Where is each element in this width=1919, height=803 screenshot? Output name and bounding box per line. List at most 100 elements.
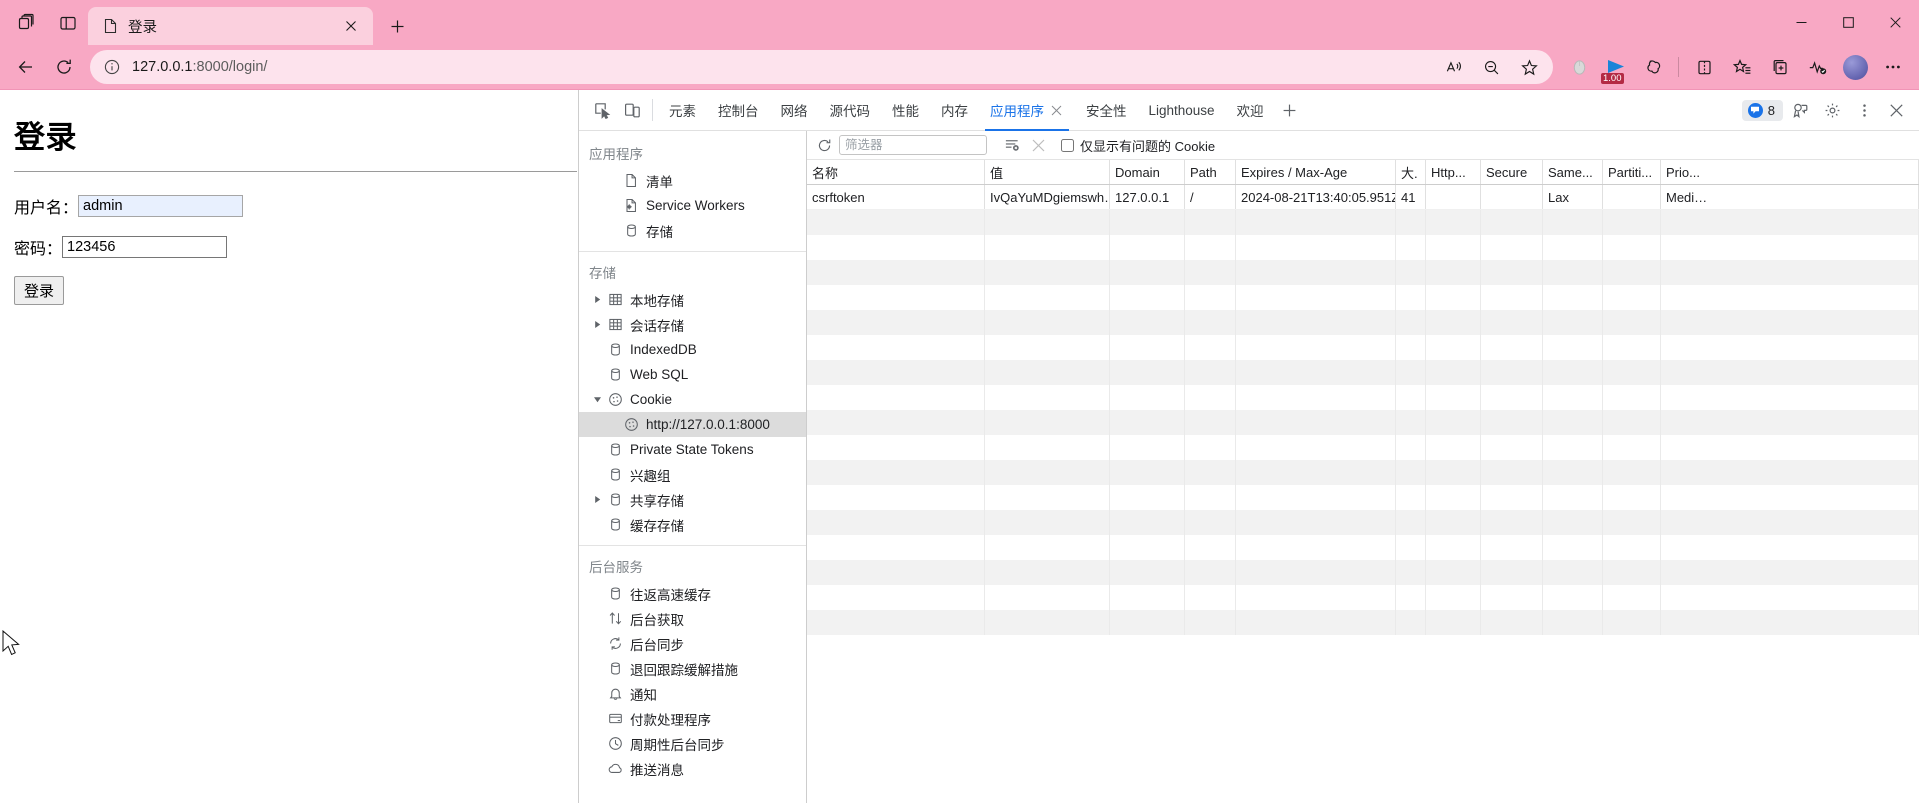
more-panels-plus-icon[interactable] xyxy=(1275,95,1305,125)
tree-item-[interactable]: 缓存存储 xyxy=(579,512,806,537)
tree-item-[interactable]: 兴趣组 xyxy=(579,462,806,487)
split-screen-icon[interactable] xyxy=(1686,50,1722,84)
login-button[interactable]: 登录 xyxy=(14,276,65,305)
table-row[interactable]: csrftoken IvQaYuMDgiemswh… 127.0.0.1/2024-… xyxy=(807,185,1919,210)
cookie-filter-input[interactable] xyxy=(839,135,987,155)
browser-tab[interactable]: 登录 xyxy=(88,7,373,45)
tab-console[interactable]: 控制台 xyxy=(707,90,770,131)
column-header[interactable]: 值 xyxy=(985,160,1110,184)
tab-lighthouse[interactable]: Lighthouse xyxy=(1138,90,1226,131)
address-bar[interactable]: 127.0.0.1:8000/login/ xyxy=(90,50,1553,84)
favorites-list-icon[interactable] xyxy=(1724,50,1760,84)
more-options-icon[interactable] xyxy=(1849,95,1879,125)
tab-network[interactable]: 网络 xyxy=(770,90,819,131)
more-options-icon[interactable] xyxy=(1875,50,1911,84)
tree-item-web-sql[interactable]: Web SQL xyxy=(579,362,806,387)
table-empty-cell xyxy=(1481,435,1543,460)
column-header[interactable]: Path xyxy=(1185,160,1236,184)
chevron-right-icon[interactable] xyxy=(589,495,605,504)
zoom-indicator-icon[interactable]: 1.00 xyxy=(1599,50,1633,84)
tree-item-service-workers[interactable]: Service Workers xyxy=(579,193,806,218)
cursor-feedback-icon[interactable] xyxy=(1785,95,1815,125)
chevron-down-icon[interactable] xyxy=(589,395,605,404)
tab-welcome[interactable]: 欢迎 xyxy=(1226,90,1275,131)
tree-item-[interactable]: 会话存储 xyxy=(579,312,806,337)
mouse-gesture-icon[interactable] xyxy=(1561,50,1597,84)
tree-group: 后台服务 往返高速缓存 后台获取 后台同步 退回跟踪缓解措施 通知 付款处理程序 周期性后台同… xyxy=(579,548,806,789)
refresh-icon[interactable] xyxy=(813,134,835,156)
table-empty-cell xyxy=(1661,335,1919,360)
info-circle-icon[interactable] xyxy=(100,55,124,79)
clear-all-cookies-icon[interactable] xyxy=(1027,134,1049,156)
settings-gear-icon[interactable] xyxy=(1817,95,1847,125)
tab-security[interactable]: 安全性 xyxy=(1075,90,1138,131)
tree-item-label: 本地存储 xyxy=(630,293,684,309)
table-empty-cell xyxy=(1396,385,1426,410)
tree-item-[interactable]: 付款处理程序 xyxy=(579,706,806,731)
tree-item-cookie[interactable]: Cookie xyxy=(579,387,806,412)
column-header[interactable]: Secure xyxy=(1481,160,1543,184)
new-tab-button[interactable] xyxy=(379,9,415,43)
close-devtools-icon[interactable] xyxy=(1881,95,1911,125)
close-icon[interactable] xyxy=(339,14,363,38)
issues-badge[interactable]: 8 xyxy=(1741,99,1783,121)
copilot-icon[interactable] xyxy=(1635,50,1671,84)
tree-item-indexeddb[interactable]: IndexedDB xyxy=(579,337,806,362)
tab-memory[interactable]: 内存 xyxy=(930,90,979,131)
read-aloud-icon[interactable] xyxy=(1435,50,1471,84)
chevron-right-icon[interactable] xyxy=(589,320,605,329)
tree-item-http-127-0-0-1-8000[interactable]: http://127.0.0.1:8000 xyxy=(579,412,806,437)
tab-sources[interactable]: 源代码 xyxy=(819,90,882,131)
refresh-icon[interactable] xyxy=(46,50,82,84)
zoom-out-icon[interactable] xyxy=(1473,50,1509,84)
tree-item-[interactable]: 推送消息 xyxy=(579,756,806,781)
devtools-sidebar-tree[interactable]: 应用程序 清单 Service Workers 存储 存储本地存储会话存储 Indexed… xyxy=(579,131,807,803)
avatar[interactable] xyxy=(1843,54,1868,80)
table-empty-cell xyxy=(807,210,985,235)
column-header[interactable]: 大. xyxy=(1396,160,1426,184)
tree-item-[interactable]: 后台获取 xyxy=(579,606,806,631)
browser-essentials-icon[interactable] xyxy=(1800,50,1836,84)
tree-item-[interactable]: 存储 xyxy=(579,218,806,243)
table-empty-cell xyxy=(1396,460,1426,485)
split-pane-icon[interactable] xyxy=(48,4,88,42)
column-header[interactable]: Same... xyxy=(1543,160,1603,184)
close-window-button[interactable] xyxy=(1872,0,1919,45)
close-icon[interactable] xyxy=(1049,103,1064,118)
table-body: csrftoken IvQaYuMDgiemswh… 127.0.0.1/2024-… xyxy=(807,185,1919,803)
tab-application[interactable]: 应用程序 xyxy=(979,90,1075,131)
minimize-button[interactable] xyxy=(1778,0,1825,45)
tree-item-[interactable]: 本地存储 xyxy=(579,287,806,312)
tab-elements[interactable]: 元素 xyxy=(658,90,707,131)
collections-icon[interactable] xyxy=(1762,50,1798,84)
column-header[interactable]: Expires / Max-Age xyxy=(1236,160,1396,184)
inspect-element-icon[interactable] xyxy=(587,95,617,125)
star-icon[interactable] xyxy=(1511,50,1547,84)
tree-item-[interactable]: 周期性后台同步 xyxy=(579,731,806,756)
username-input[interactable] xyxy=(78,195,244,217)
tab-actions-icon[interactable] xyxy=(6,4,46,42)
column-header[interactable]: Prio... xyxy=(1661,160,1919,184)
column-header[interactable]: Partiti... xyxy=(1603,160,1661,184)
tree-item-[interactable]: 通知 xyxy=(579,681,806,706)
tree-item-private-state-tokens[interactable]: Private State Tokens xyxy=(579,437,806,462)
table-empty-cell xyxy=(985,585,1110,610)
chevron-right-icon[interactable] xyxy=(589,295,605,304)
column-header[interactable]: 名称 xyxy=(807,160,985,184)
back-arrow-icon[interactable] xyxy=(8,50,44,84)
tree-item-[interactable]: 往返高速缓存 xyxy=(579,581,806,606)
tree-item-[interactable]: 退回跟踪缓解措施 xyxy=(579,656,806,681)
only-problematic-cookies-checkbox[interactable]: 仅显示有问题的 Cookie xyxy=(1061,136,1215,155)
tree-group: 应用程序 清单 Service Workers 存储 xyxy=(579,135,806,252)
device-toolbar-icon[interactable] xyxy=(617,95,647,125)
only-problematic-checkbox-input[interactable] xyxy=(1061,138,1074,152)
tab-performance[interactable]: 性能 xyxy=(881,90,930,131)
column-header[interactable]: Domain xyxy=(1110,160,1185,184)
tree-item-[interactable]: 后台同步 xyxy=(579,631,806,656)
tree-item-[interactable]: 清单 xyxy=(579,168,806,193)
password-input[interactable] xyxy=(62,236,228,258)
maximize-button[interactable] xyxy=(1825,0,1872,45)
tree-item-[interactable]: 共享存储 xyxy=(579,487,806,512)
column-header[interactable]: Http... xyxy=(1426,160,1481,184)
clear-filtered-icon[interactable] xyxy=(1001,134,1023,156)
